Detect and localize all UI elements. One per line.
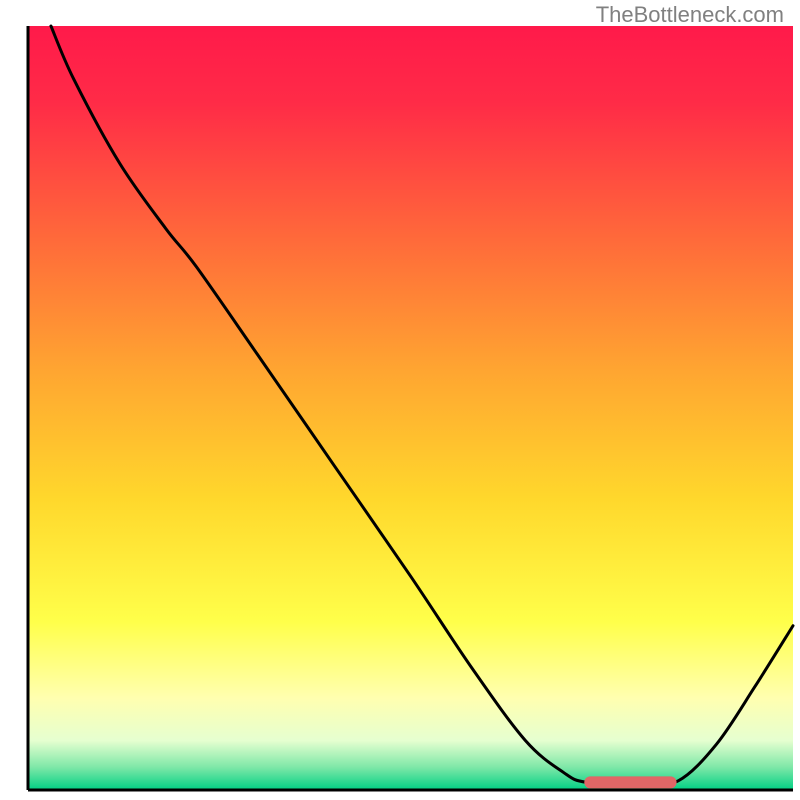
bottleneck-chart (0, 0, 800, 800)
attribution-text: TheBottleneck.com (596, 2, 784, 28)
gradient-background (28, 26, 793, 790)
chart-container: TheBottleneck.com (0, 0, 800, 800)
